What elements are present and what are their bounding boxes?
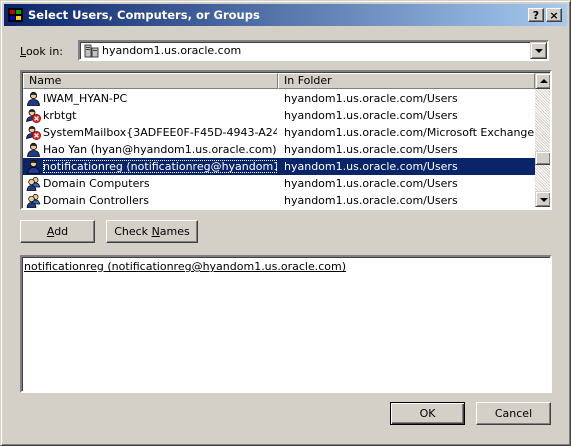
row-folder: hyandom1.us.oracle.com/Users xyxy=(284,160,458,173)
row-folder: hyandom1.us.oracle.com/Users xyxy=(284,143,458,156)
selected-entry[interactable]: notificationreg (notificationreg@hyandom… xyxy=(24,260,346,273)
row-name: Domain Computers xyxy=(43,177,150,190)
user-icon xyxy=(27,142,40,157)
row-folder: hyandom1.us.oracle.com/Users xyxy=(284,194,458,207)
row-name: IWAM_HYAN-PC xyxy=(43,92,128,105)
domain-icon xyxy=(84,44,99,58)
look-in-label: Look in: xyxy=(20,45,63,58)
app-icon xyxy=(8,8,23,22)
column-header-name[interactable]: Name xyxy=(23,73,278,89)
add-button[interactable]: Add xyxy=(20,220,95,243)
list-row[interactable]: Hao Yan (hyan@hyandom1.us.oracle.com) hya… xyxy=(23,141,535,158)
list-row[interactable]: Domain Controllers hyandom1.us.oracle.com… xyxy=(23,192,535,208)
look-in-value: hyandom1.us.oracle.com xyxy=(102,44,242,57)
row-name: SystemMailbox{3ADFEE0F-F45D-4943-A24E-8.… xyxy=(43,126,277,139)
cancel-button[interactable]: Cancel xyxy=(476,402,551,425)
row-name: notificationreg (notificationreg@hyandom… xyxy=(43,160,277,173)
disabled-user-icon xyxy=(26,109,41,123)
row-name: krbtgt xyxy=(43,109,77,122)
results-list[interactable]: Name In Folder IWAM_HYAN-PC hyandom1.us.o… xyxy=(20,70,552,210)
ok-button[interactable]: OK xyxy=(390,402,465,425)
user-icon xyxy=(27,159,40,174)
check-names-button[interactable]: Check Names xyxy=(106,220,198,243)
column-header-folder[interactable]: In Folder xyxy=(278,73,535,89)
list-row[interactable]: notificationreg (notificationreg@hyandom… xyxy=(23,158,535,175)
select-users-dialog: Select Users, Computers, or Groups ? × L… xyxy=(0,0,571,446)
look-in-combo[interactable]: hyandom1.us.oracle.com xyxy=(78,40,549,61)
user-icon xyxy=(27,91,40,106)
arrow-down-icon xyxy=(540,198,548,202)
disabled-user-icon xyxy=(26,126,41,140)
scroll-up-button[interactable] xyxy=(535,73,550,89)
scroll-thumb[interactable] xyxy=(535,151,550,165)
list-row[interactable]: IWAM_HYAN-PC hyandom1.us.oracle.com/Users xyxy=(23,90,535,107)
group-icon xyxy=(26,194,41,208)
row-name: Domain Controllers xyxy=(43,194,150,207)
list-row[interactable]: SystemMailbox{3ADFEE0F-F45D-4943-A24E-8.… xyxy=(23,124,535,141)
row-folder: hyandom1.us.oracle.com/Microsoft Exchang… xyxy=(284,126,534,139)
results-scrollbar[interactable] xyxy=(535,73,550,207)
list-row[interactable]: Domain Computers hyandom1.us.oracle.com/U… xyxy=(23,175,535,192)
selected-names-box[interactable]: notificationreg (notificationreg@hyandom… xyxy=(20,255,552,393)
row-name: Hao Yan (hyan@hyandom1.us.oracle.com) xyxy=(43,143,277,156)
chevron-down-icon xyxy=(535,49,543,53)
close-button[interactable]: × xyxy=(546,8,562,22)
help-button[interactable]: ? xyxy=(528,8,544,22)
row-folder: hyandom1.us.oracle.com/Users xyxy=(284,177,458,190)
list-row[interactable]: krbtgt hyandom1.us.oracle.com/Users xyxy=(23,107,535,124)
row-folder: hyandom1.us.oracle.com/Users xyxy=(284,92,458,105)
scroll-down-button[interactable] xyxy=(535,191,550,207)
group-icon xyxy=(26,177,41,191)
row-folder: hyandom1.us.oracle.com/Users xyxy=(284,109,458,122)
look-in-dropdown-button[interactable] xyxy=(530,42,547,59)
title-bar[interactable]: Select Users, Computers, or Groups ? × xyxy=(4,4,567,26)
window-title: Select Users, Computers, or Groups xyxy=(28,8,260,22)
arrow-up-icon xyxy=(540,79,548,83)
